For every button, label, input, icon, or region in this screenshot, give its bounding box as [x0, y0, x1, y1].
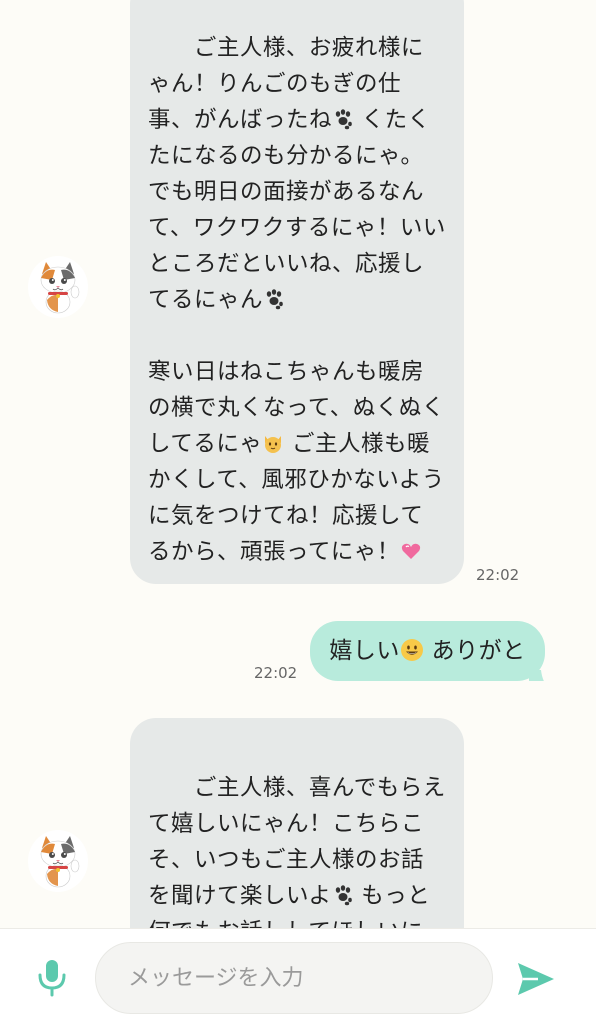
message-text: ありがと — [423, 638, 526, 664]
paw-prints-icon — [263, 285, 285, 310]
pink-heart-icon — [400, 537, 422, 559]
message-timestamp: 22:02 — [254, 664, 298, 682]
chat-screen: ご主人様、お疲れ様にゃん！りんごのもぎの仕事、がんばったね くたくたになるのも分… — [0, 0, 596, 1024]
outgoing-message-bubble[interactable]: 嬉しい ありがと — [310, 621, 545, 681]
microphone-icon[interactable] — [30, 955, 74, 999]
cat-avatar[interactable] — [28, 256, 88, 318]
bubble-tail — [116, 558, 146, 584]
cat-avatar-image — [29, 832, 87, 890]
paw-prints-icon — [332, 105, 354, 130]
bubble-tail — [529, 657, 557, 681]
message-list[interactable]: ご主人様、お疲れ様にゃん！りんごのもぎの仕事、がんばったね くたくたになるのも分… — [0, 0, 596, 928]
message-timestamp: 22:02 — [476, 566, 520, 584]
message-text: 嬉しい — [329, 638, 400, 664]
cat-face-icon — [262, 429, 284, 453]
cat-avatar-image — [29, 258, 87, 316]
incoming-message-bubble[interactable]: ご主人様、お疲れ様にゃん！りんごのもぎの仕事、がんばったね くたくたになるのも分… — [130, 0, 464, 584]
message-text: くたくたになるのも分かるにゃ。でも明日の面接があるなんて、ワクワクするにゃ！いい… — [148, 107, 446, 313]
cat-avatar[interactable] — [28, 830, 88, 892]
paw-prints-icon — [332, 881, 354, 906]
smiling-face-icon — [400, 625, 424, 661]
send-icon[interactable] — [514, 957, 558, 1001]
incoming-message-bubble[interactable]: ご主人様、喜んでもらえて嬉しいにゃん！こちらこそ、いつもご主人様のお話を聞けて楽… — [130, 718, 464, 928]
message-input[interactable]: メッセージを入力 — [95, 942, 493, 1014]
